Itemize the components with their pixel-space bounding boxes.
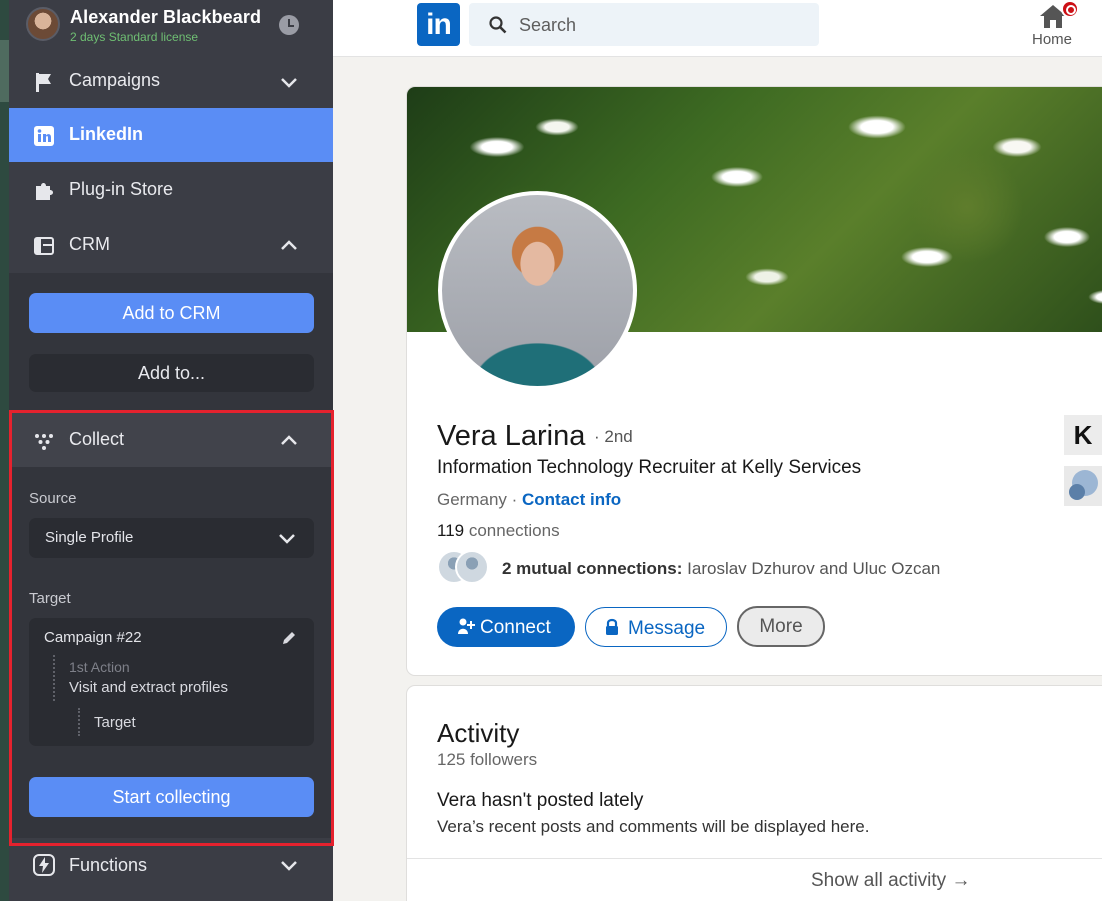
source-value: Single Profile: [45, 529, 134, 546]
clock-icon[interactable]: [279, 15, 299, 35]
avatar: [455, 550, 489, 584]
lock-icon: [606, 618, 618, 635]
tree-line: [78, 708, 80, 736]
linkedin-icon: [34, 126, 54, 146]
chevron-up-icon[interactable]: [279, 431, 299, 451]
contact-info-link[interactable]: Contact info: [522, 490, 621, 510]
connections-label: connections: [468, 521, 560, 540]
dots-funnel-icon: [35, 434, 53, 450]
more-button[interactable]: More: [737, 606, 825, 647]
divider: [407, 858, 1102, 859]
connections-count[interactable]: 119 connections: [437, 521, 560, 541]
connect-button[interactable]: Connect: [437, 607, 575, 647]
nav-label: Plug-in Store: [69, 179, 174, 199]
crm-panel: Add to CRM Add to...: [9, 273, 333, 410]
source-label: Source: [29, 490, 77, 507]
puzzle-icon: [36, 183, 53, 200]
profile-name: Vera Larina: [437, 420, 586, 452]
nav-label: Campaigns: [69, 70, 161, 90]
company-logo[interactable]: K: [1064, 415, 1102, 455]
extension-sidebar: Alexander Blackbeard 2 days Standard lic…: [9, 0, 333, 901]
avatar[interactable]: [26, 7, 60, 41]
connect-label: Connect: [480, 617, 551, 638]
step-label: 1st Action: [69, 659, 130, 675]
target-label: Target: [29, 590, 71, 607]
home-label: Home: [1031, 31, 1072, 48]
nav-plugin-store[interactable]: Plug-in Store: [9, 163, 333, 217]
mutual-connections[interactable]: 2 mutual connections: Iaroslav Dzhurov a…: [502, 559, 940, 579]
target-node-label: Target: [94, 714, 136, 731]
connections-number: 119: [437, 521, 465, 540]
source-select[interactable]: Single Profile: [29, 518, 314, 558]
search-bar[interactable]: [469, 3, 819, 46]
nav-functions[interactable]: Functions: [9, 838, 333, 901]
user-header: Alexander Blackbeard 2 days Standard lic…: [9, 0, 333, 54]
bolt-icon: [33, 854, 55, 876]
profile-headline: Information Technology Recruiter at Kell…: [437, 457, 862, 478]
mutual-avatars[interactable]: [437, 550, 493, 586]
message-label: Message: [628, 618, 706, 639]
profile-card: Vera Larina · 2nd Information Technology…: [406, 86, 1102, 676]
show-all-activity-link[interactable]: Show all activity →: [811, 870, 970, 892]
linkedin-logo[interactable]: in: [417, 3, 460, 46]
flag-icon: [36, 73, 51, 92]
activity-empty-description: Vera’s recent posts and comments will be…: [437, 817, 870, 836]
profile-location: Germany ·: [437, 490, 518, 509]
campaign-name: Campaign #22: [44, 629, 142, 646]
collect-title: Collect: [69, 429, 125, 449]
nav-home[interactable]: Home: [1021, 0, 1083, 57]
nav-label: Functions: [69, 855, 148, 875]
start-collecting-button[interactable]: Start collecting: [29, 777, 314, 817]
activity-empty-title: Vera hasn't posted lately: [437, 790, 644, 811]
education-logo[interactable]: [1064, 466, 1102, 506]
followers-count: 125 followers: [437, 750, 538, 769]
user-name: Alexander Blackbeard: [70, 7, 262, 27]
connection-degree: · 2nd: [594, 427, 633, 446]
nav-label: CRM: [69, 234, 110, 254]
nav-label: LinkedIn: [69, 124, 144, 144]
license-status: 2 days Standard license: [70, 30, 199, 44]
chevron-down-icon[interactable]: [279, 855, 299, 875]
nav-crm[interactable]: CRM: [9, 218, 333, 272]
message-button[interactable]: Message: [585, 607, 727, 647]
activity-title: Activity: [437, 718, 520, 748]
add-to-crm-button[interactable]: Add to CRM: [29, 293, 314, 333]
chevron-down-icon: [277, 528, 297, 548]
notification-badge: [1061, 0, 1079, 18]
search-input[interactable]: [519, 14, 799, 36]
add-to-button[interactable]: Add to...: [29, 354, 314, 392]
chevron-up-icon[interactable]: [279, 236, 299, 256]
pencil-icon[interactable]: [281, 630, 297, 646]
crm-icon: [34, 237, 54, 255]
nav-linkedin[interactable]: LinkedIn: [9, 108, 333, 162]
mutual-count: 2 mutual connections:: [502, 559, 683, 578]
mutual-names: Iaroslav Dzhurov and Uluc Ozcan: [687, 559, 941, 578]
action-label: Visit and extract profiles: [69, 679, 228, 696]
collect-section-header[interactable]: Collect: [9, 413, 333, 467]
tree-line: [53, 655, 55, 701]
collect-panel: Source Single Profile Target Campaign #2…: [9, 467, 333, 839]
chevron-down-icon[interactable]: [279, 72, 299, 92]
profile-photo[interactable]: [438, 191, 637, 390]
add-person-icon: [458, 618, 475, 634]
window-edge-strip: [0, 0, 9, 901]
target-campaign-box[interactable]: Campaign #22 1st Action Visit and extrac…: [29, 618, 314, 746]
activity-card: Activity 125 followers Vera hasn't poste…: [406, 685, 1102, 901]
search-icon: [489, 16, 507, 34]
nav-campaigns[interactable]: Campaigns: [9, 54, 333, 108]
linkedin-topbar: in Home: [333, 0, 1102, 57]
